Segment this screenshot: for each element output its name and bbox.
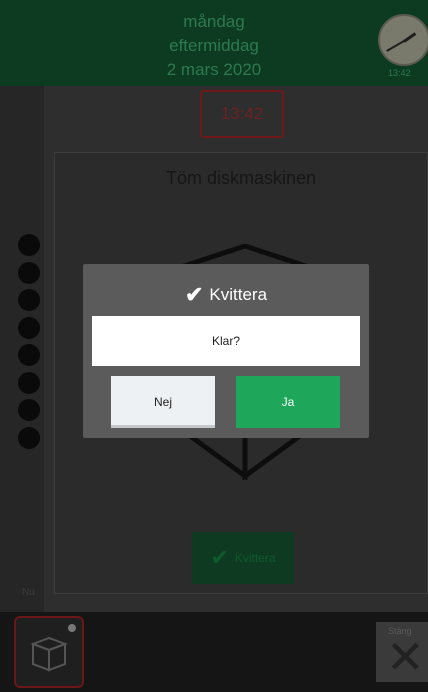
analog-clock-icon [378,14,428,66]
progress-dot [18,344,40,366]
notification-badge [68,624,76,632]
close-icon: ✕ [386,631,425,683]
progress-dot [18,234,40,256]
progress-dot [18,399,40,421]
current-time: 13:42 [200,90,284,138]
acknowledge-dialog: ✔ Kvittera Klar? Nej Ja [83,264,369,438]
no-button[interactable]: Nej [111,376,215,428]
progress-dot [18,316,40,339]
task-title: Töm diskmaskinen [165,168,317,188]
yes-button[interactable]: Ja [236,376,340,428]
header: måndag eftermiddag 2 mars 2020 13:42 [0,0,428,86]
date-label: 2 mars 2020 [166,60,262,79]
progress-dots [18,234,40,454]
progress-dot [18,426,40,449]
activity-app-button[interactable] [14,616,84,688]
acknowledge-label: Kvittera [234,551,276,565]
dialog-title: Kvittera [209,285,268,304]
progress-dot [18,289,40,311]
dishwasher-icon [30,636,68,672]
progress-dot [18,371,40,394]
acknowledge-button: ✔ Kvittera [192,532,294,584]
clock-time-label: 13:42 [388,68,411,78]
close-button[interactable]: Stäng ✕ [376,622,428,682]
dialog-header: ✔ Kvittera [83,282,369,308]
day-period-label: eftermiddag [169,36,259,55]
weekday-label: måndag [183,12,245,31]
progress-dot [18,261,40,284]
now-label: Nu [22,587,35,598]
dialog-question: Klar? [92,316,360,366]
check-icon: ✔ [184,282,204,307]
check-icon: ✔ [210,545,229,570]
